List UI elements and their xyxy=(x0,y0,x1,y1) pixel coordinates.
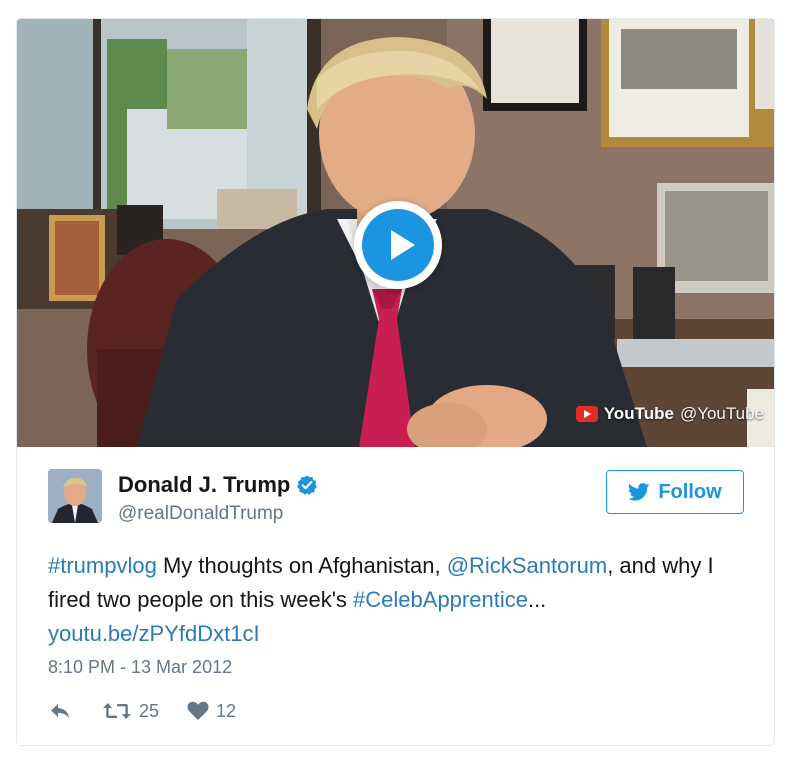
tweet-text: #trumpvlog My thoughts on Afghanistan, @… xyxy=(48,549,748,651)
play-icon-circle xyxy=(362,209,434,281)
embedded-tweet-card: YouTube @YouTube Donald J. Trump @realDo… xyxy=(16,18,775,746)
youtube-attribution[interactable]: YouTube @YouTube xyxy=(575,402,764,426)
tweet-text-segment: My thoughts on Afghanistan, xyxy=(156,553,447,578)
like-count: 12 xyxy=(216,700,237,721)
youtube-logo-icon xyxy=(575,406,598,422)
verified-badge-icon xyxy=(297,475,318,495)
author-name-row: Donald J. Trump xyxy=(118,472,318,498)
play-icon xyxy=(391,230,415,260)
mention-link[interactable]: @RickSantorum xyxy=(447,553,608,578)
retweet-button[interactable]: 25 xyxy=(102,701,159,722)
hashtag-link[interactable]: #trumpvlog xyxy=(48,553,157,578)
tweet-timestamp[interactable]: 8:10 PM - 13 Mar 2012 xyxy=(48,657,232,678)
retweet-icon xyxy=(103,703,131,719)
video-thumbnail[interactable]: YouTube @YouTube xyxy=(17,19,774,447)
reply-button[interactable] xyxy=(48,701,72,721)
like-button[interactable]: 12 xyxy=(187,701,236,722)
twitter-bird-icon xyxy=(628,483,650,501)
avatar-image xyxy=(48,469,102,523)
tweet-actions: 25 12 xyxy=(48,699,236,723)
youtube-provider-handle: @YouTube xyxy=(679,404,764,423)
youtube-provider-name: YouTube xyxy=(603,404,674,423)
hashtag-link[interactable]: #CelebApprentice xyxy=(353,587,528,612)
tweet-text-segment: ... xyxy=(527,587,547,612)
url-link[interactable]: youtu.be/zPYfdDxt1cI xyxy=(48,621,260,646)
follow-button-label: Follow xyxy=(658,480,722,503)
author-display-name[interactable]: Donald J. Trump xyxy=(118,472,290,498)
heart-icon xyxy=(187,701,209,720)
avatar[interactable] xyxy=(48,469,102,523)
play-button[interactable] xyxy=(354,201,442,289)
reply-icon xyxy=(51,704,69,718)
follow-button[interactable]: Follow xyxy=(606,470,744,514)
retweet-count: 25 xyxy=(139,700,160,721)
author-screen-name[interactable]: @realDonaldTrump xyxy=(118,503,283,525)
